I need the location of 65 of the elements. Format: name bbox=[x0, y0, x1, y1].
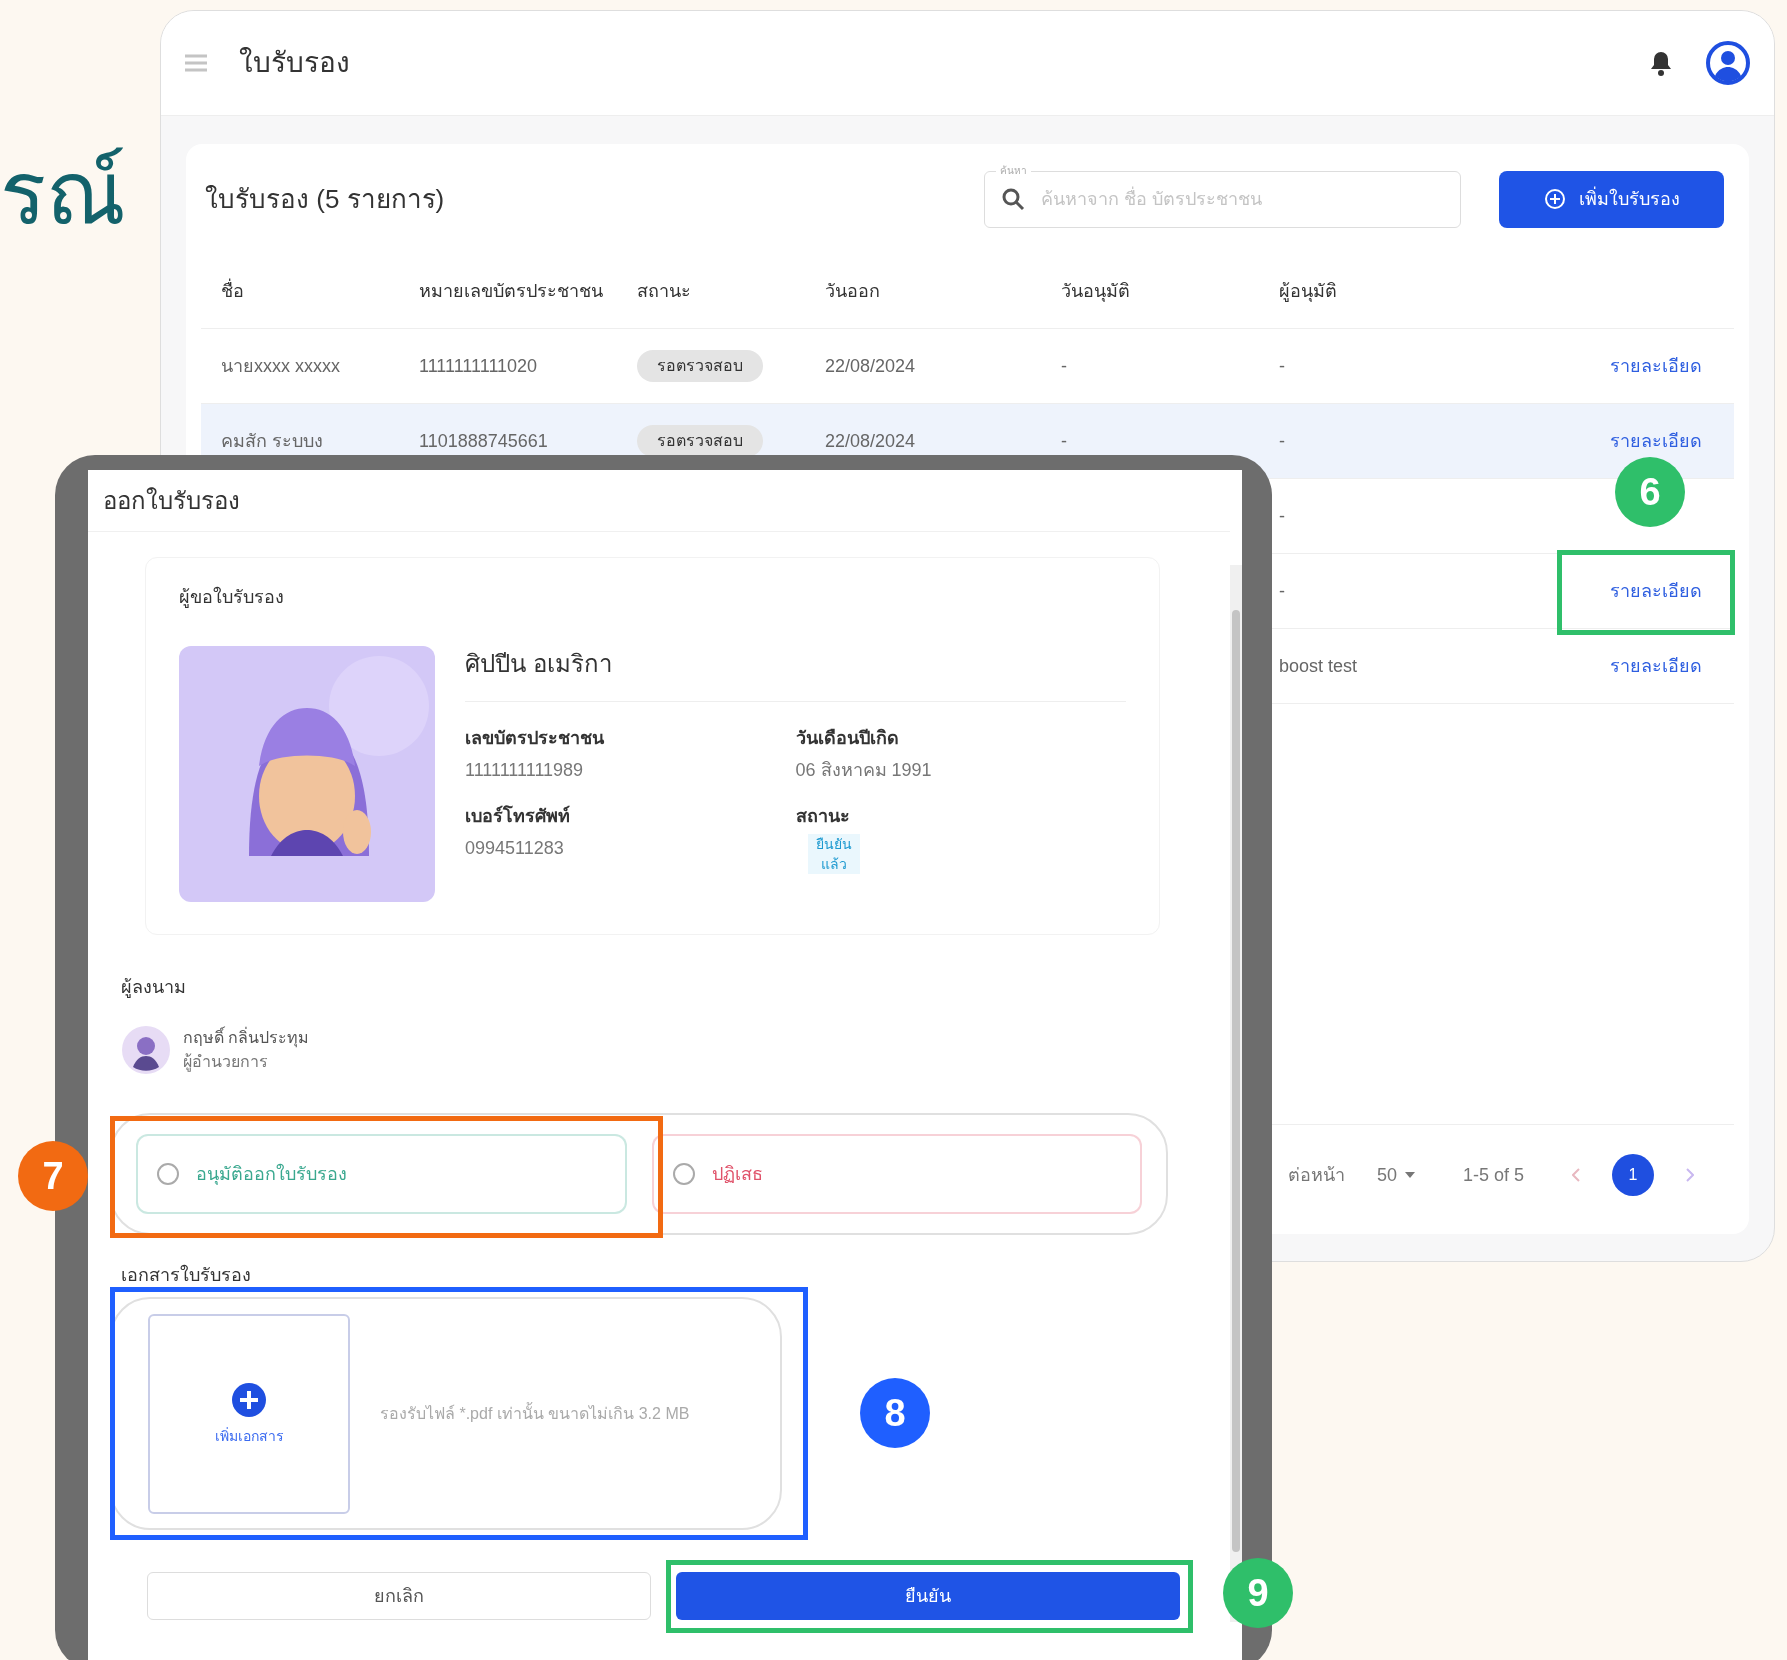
menu-icon[interactable] bbox=[185, 54, 207, 72]
applicant-name: ศิปปีน อเมริกา bbox=[465, 646, 1126, 702]
table-cell-text: - bbox=[1279, 505, 1286, 528]
decision-option[interactable]: ปฏิเสธ bbox=[651, 1134, 1142, 1214]
status-badge: ยืนยัน แล้ว bbox=[807, 834, 860, 874]
field-value: 0994511283 bbox=[465, 837, 565, 860]
table-cell-text: - bbox=[1279, 580, 1286, 603]
signer-avatar bbox=[121, 1025, 171, 1075]
details-link[interactable]: รายละเอียด bbox=[1610, 581, 1702, 601]
table-cell-text: 1101888745661 bbox=[419, 430, 549, 453]
field-label: วันเดือนปีเกิด bbox=[795, 727, 900, 750]
field-value: 06 สิงหาคม 1991 bbox=[795, 759, 933, 782]
add-document-button[interactable]: เพิ่มเอกสาร bbox=[148, 1313, 350, 1514]
user-icon[interactable] bbox=[1706, 41, 1750, 85]
table-cell-text: - bbox=[1279, 430, 1286, 453]
column-header: ชื่อ bbox=[221, 277, 419, 305]
details-link[interactable]: รายละเอียด bbox=[1610, 656, 1702, 676]
decision-option[interactable]: อนุมัติออกใบรับรอง bbox=[136, 1134, 627, 1214]
list-title: ใบรับรอง (5 รายการ) bbox=[205, 182, 446, 216]
radio-icon bbox=[156, 1162, 180, 1186]
step-badge: 7 bbox=[18, 1141, 88, 1211]
column-header: หมายเลขบัตรประชาชน bbox=[419, 280, 604, 303]
status-badge: รอตรวจสอบ bbox=[637, 425, 763, 457]
previous-page-icon[interactable] bbox=[1572, 1167, 1580, 1182]
confirm-button[interactable]: ยืนยัน bbox=[676, 1572, 1180, 1620]
radio-icon bbox=[671, 1162, 696, 1186]
table-cell-text: 22/08/2024 bbox=[825, 355, 917, 378]
caret-icon bbox=[1404, 1171, 1415, 1178]
table-cell-text: - bbox=[1061, 430, 1068, 453]
table-cell-text: - bbox=[1279, 355, 1286, 378]
table-cell-text: boost test bbox=[1279, 655, 1359, 678]
table-cell-text: - bbox=[1061, 355, 1068, 378]
page-button[interactable]: 1 bbox=[1612, 1153, 1654, 1196]
rows-per-page-select[interactable]: 50 bbox=[1376, 1160, 1415, 1189]
upload-hint: รองรับไฟล์ *.pdf เท่านั้น ขนาดไม่เกิน 3.2 MB bbox=[380, 1401, 690, 1424]
add-certificate-button[interactable]: เพิ่มใบรับรอง bbox=[1499, 170, 1724, 228]
column-header: วันออก bbox=[825, 280, 881, 303]
dialog-title: ออกใบรับรอง bbox=[88, 470, 1230, 532]
table-cell-text: 1111111111020 bbox=[419, 355, 539, 378]
plus-circle-icon bbox=[231, 1381, 267, 1418]
table-cell-text: 22/08/2024 bbox=[825, 430, 917, 453]
column-header: วันอนุมัติ bbox=[1061, 280, 1131, 304]
next-page-icon[interactable] bbox=[1686, 1167, 1694, 1182]
page-range: 1-5 of 5 bbox=[1462, 1163, 1524, 1187]
rows-per-page-label: ต่อหน้า bbox=[1287, 1163, 1345, 1187]
field-label: สถานะ bbox=[795, 805, 851, 828]
plus-circle-icon bbox=[1543, 187, 1567, 211]
notification-icon[interactable] bbox=[1648, 49, 1674, 77]
field-label: เบอร์โทรศัพท์ bbox=[465, 804, 571, 828]
cancel-button[interactable]: ยกเลิก bbox=[147, 1572, 651, 1620]
table-cell-text: นายxxxx xxxxx bbox=[221, 355, 341, 378]
section-label: ผู้ลงนาม bbox=[121, 976, 187, 1000]
column-header: สถานะ bbox=[637, 280, 692, 303]
status-badge: รอตรวจสอบ bbox=[637, 350, 763, 382]
details-link[interactable]: รายละเอียด bbox=[1610, 356, 1702, 376]
table-cell-text: คมสัก ระบบง bbox=[221, 430, 324, 453]
page-title: ใบรับรอง bbox=[239, 46, 351, 80]
section-label: ผู้ขอใบรับรอง bbox=[179, 585, 285, 610]
signer-name: กฤษดิ์ กลิ่นประทุม bbox=[183, 1026, 310, 1050]
column-header: ผู้อนุมัติ bbox=[1279, 280, 1338, 304]
details-link[interactable]: รายละเอียด bbox=[1610, 431, 1702, 451]
field-label: เลขบัตรประชาชน bbox=[465, 727, 605, 750]
field-value: 1111111111989 bbox=[465, 759, 585, 782]
section-label: เอกสารใบรับรอง bbox=[121, 1263, 252, 1287]
signer-role: ผู้อำนวยการ bbox=[183, 1052, 269, 1074]
